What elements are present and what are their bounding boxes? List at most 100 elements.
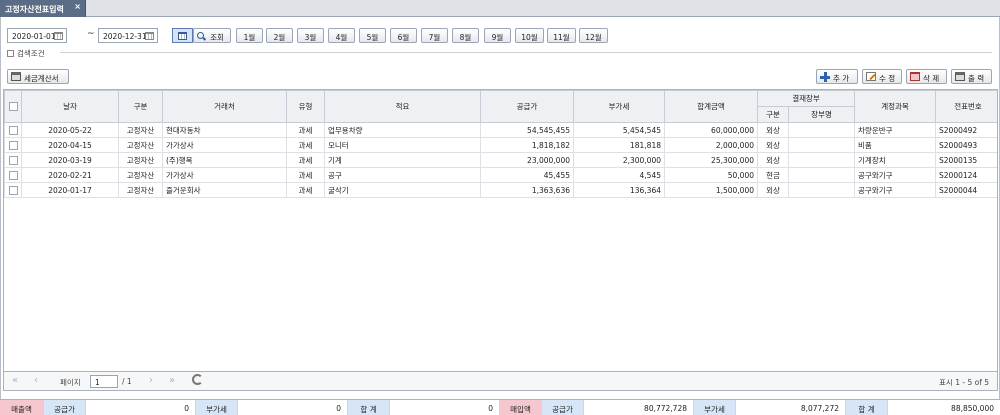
cell-total: 25,300,000 xyxy=(664,152,758,168)
printer-icon xyxy=(11,72,21,81)
prev-page-icon[interactable]: ‹ xyxy=(34,375,38,386)
month-button-9[interactable]: 9월 xyxy=(484,28,511,43)
cell-payment-kind: 외상 xyxy=(757,152,789,168)
row-checkbox[interactable] xyxy=(8,155,18,165)
row-checkbox[interactable] xyxy=(8,140,18,150)
cell-supply: 45,455 xyxy=(480,167,574,183)
cell-account: 기계장치 xyxy=(854,152,937,168)
month-button-10[interactable]: 10월 xyxy=(515,28,544,43)
row-select-cell xyxy=(4,152,22,168)
add-button[interactable]: 추 가 xyxy=(816,69,858,84)
month-button-4[interactable]: 4월 xyxy=(328,28,355,43)
calendar-icon[interactable] xyxy=(145,32,154,40)
delete-button[interactable]: 삭 제 xyxy=(906,69,947,84)
purchase-vat-label: 부가세 xyxy=(694,400,736,415)
col-ledger-name[interactable]: 장부명 xyxy=(787,106,856,123)
table-row[interactable]: 2020-01-17 고정자산 즐거운회사 과세 굴삭기 1,363,636 1… xyxy=(4,182,997,198)
cell-category: 고정자산 xyxy=(118,152,163,168)
cell-ledger-name xyxy=(787,122,856,138)
row-checkbox[interactable] xyxy=(8,185,18,195)
date-to-input[interactable]: 2020-12-31 xyxy=(98,28,158,43)
search-condition-checkbox[interactable] xyxy=(7,50,14,57)
col-category[interactable]: 구분 xyxy=(118,90,163,123)
sales-vat-label: 부가세 xyxy=(196,400,238,415)
month-button-1[interactable]: 1월 xyxy=(236,28,263,43)
refresh-icon[interactable] xyxy=(192,374,203,385)
row-checkbox[interactable] xyxy=(8,170,18,180)
search-button-label: 조회 xyxy=(210,33,224,42)
month-button-8[interactable]: 8월 xyxy=(452,28,479,43)
tab-fixed-asset-voucher[interactable]: 고정자산전표입력 × xyxy=(0,0,86,17)
date-range-separator: ~ xyxy=(87,29,95,39)
tax-invoice-button[interactable]: 세금계산서 xyxy=(7,69,69,84)
voucher-grid: 날자 구분 거래처 유형 적요 공급가 부가세 합계금액 결재장부 계정과목 전… xyxy=(3,89,998,372)
date-from-input[interactable]: 2020-01-01 xyxy=(7,28,67,43)
col-voucher-no[interactable]: 전표번호 xyxy=(935,90,997,123)
purchase-vat-value: 8,077,272 xyxy=(736,400,846,415)
cell-supply: 23,000,000 xyxy=(480,152,574,168)
cell-memo: 공구 xyxy=(324,167,481,183)
purchase-sum-value: 88,850,000 xyxy=(951,404,994,413)
tax-invoice-label: 세금계산서 xyxy=(24,74,59,83)
row-select-cell xyxy=(4,167,22,183)
cell-voucher-no: S2000493 xyxy=(935,137,997,153)
cell-memo: 굴삭기 xyxy=(324,182,481,198)
col-date[interactable]: 날자 xyxy=(21,90,119,123)
close-icon[interactable]: × xyxy=(74,2,81,11)
cell-date: 2020-03-19 xyxy=(21,152,119,168)
month-button-3[interactable]: 3월 xyxy=(297,28,324,43)
select-all-checkbox[interactable] xyxy=(8,102,18,112)
month-button-5[interactable]: 5월 xyxy=(359,28,386,43)
col-account[interactable]: 계정과목 xyxy=(854,90,937,123)
pagination-bar: « ‹ 페이지 1 / 1 › » 표시 1 - 5 of 5 xyxy=(3,372,998,391)
table-row[interactable]: 2020-02-21 고정자산 가가상사 과세 공구 45,455 4,545 … xyxy=(4,167,997,183)
col-payment-kind[interactable]: 구분 xyxy=(757,106,789,123)
first-page-icon[interactable]: « xyxy=(12,375,18,386)
sales-supply-value: 0 xyxy=(86,400,196,415)
page-input[interactable]: 1 xyxy=(90,375,118,388)
search-icon xyxy=(197,32,204,39)
edit-button[interactable]: 수 정 xyxy=(862,69,902,84)
cell-ledger-name xyxy=(787,167,856,183)
table-row[interactable]: 2020-04-15 고정자산 가가상사 과세 모니터 1,818,182 18… xyxy=(4,137,997,153)
col-payment-group: 결재장부 xyxy=(756,90,856,107)
cell-vat: 181,818 xyxy=(573,137,665,153)
cell-ledger-name xyxy=(787,152,856,168)
col-type[interactable]: 유형 xyxy=(286,90,325,123)
tab-bar: 고정자산전표입력 × xyxy=(0,0,1000,17)
trash-icon xyxy=(910,72,920,81)
cell-type: 과세 xyxy=(286,137,325,153)
next-page-icon[interactable]: › xyxy=(149,375,153,386)
search-button[interactable]: 조회 xyxy=(193,28,231,43)
page-status: 표시 1 - 5 of 5 xyxy=(939,378,989,387)
table-row[interactable]: 2020-03-19 고정자산 (주)행복 과세 기계 23,000,000 2… xyxy=(4,152,997,168)
col-supply[interactable]: 공급가 xyxy=(480,90,574,123)
month-button-6[interactable]: 6월 xyxy=(390,28,417,43)
table-row[interactable]: 2020-05-22 고정자산 현대자동차 과세 업무용차량 54,545,45… xyxy=(4,122,997,138)
cell-date: 2020-04-15 xyxy=(21,137,119,153)
cell-supply: 1,818,182 xyxy=(480,137,574,153)
calendar-button[interactable] xyxy=(172,28,193,43)
print-button[interactable]: 출 력 xyxy=(951,69,992,84)
last-page-icon[interactable]: » xyxy=(169,375,175,386)
date-from-value: 2020-01-01 xyxy=(12,32,56,41)
month-button-7[interactable]: 7월 xyxy=(421,28,448,43)
col-total[interactable]: 합계금액 xyxy=(664,90,758,123)
col-vat[interactable]: 부가세 xyxy=(573,90,665,123)
month-button-11[interactable]: 11월 xyxy=(547,28,576,43)
delete-label: 삭 제 xyxy=(923,74,940,83)
col-vendor[interactable]: 거래처 xyxy=(162,90,287,123)
col-memo[interactable]: 적요 xyxy=(324,90,481,123)
cell-total: 60,000,000 xyxy=(664,122,758,138)
row-checkbox[interactable] xyxy=(8,125,18,135)
purchase-label: 매입액 xyxy=(500,400,542,415)
cell-memo: 모니터 xyxy=(324,137,481,153)
cell-category: 고정자산 xyxy=(118,122,163,138)
cell-total: 1,500,000 xyxy=(664,182,758,198)
cell-type: 과세 xyxy=(286,122,325,138)
calendar-icon[interactable] xyxy=(54,32,63,40)
cell-voucher-no: S2000124 xyxy=(935,167,997,183)
search-condition-toggle[interactable]: 검색조건 xyxy=(7,48,45,59)
month-button-2[interactable]: 2월 xyxy=(266,28,293,43)
month-button-12[interactable]: 12월 xyxy=(579,28,608,43)
